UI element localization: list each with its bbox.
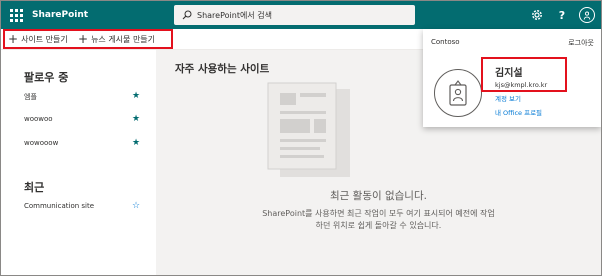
empty-state-title: 최근 활동이 없습니다. [330, 190, 427, 202]
create-site-label: 사이트 만들기 [21, 34, 68, 44]
following-item[interactable]: woowoo [24, 115, 53, 123]
app-launcher-button[interactable] [1, 1, 31, 29]
help-button[interactable]: ? [552, 5, 572, 25]
star-filled-icon[interactable]: ★ [132, 138, 140, 148]
plus-icon: + [8, 32, 19, 46]
app-name[interactable]: SharePoint [32, 10, 88, 20]
plus-icon: + [78, 32, 89, 46]
account-button[interactable] [577, 5, 597, 25]
following-item[interactable]: 엠플 [24, 92, 37, 102]
following-item[interactable]: wowooow [24, 139, 58, 147]
left-nav: 팔로우 중 엠플 ★ woowoo ★ wowooow ★ 최근 Communi… [1, 50, 156, 275]
search-box[interactable]: SharePoint에서 검색 [174, 5, 415, 25]
id-badge-icon [449, 80, 467, 106]
view-account-link[interactable]: 계정 보기 [495, 93, 521, 103]
sign-out-link[interactable]: 로그아웃 [568, 38, 594, 48]
following-heading: 팔로우 중 [24, 71, 69, 84]
organization-name: Contoso [431, 38, 460, 46]
empty-state-description: 하던 위치로 쉽게 돌아갈 수 있습니다. [315, 221, 442, 230]
empty-state-description: SharePoint를 사용하면 최근 작업이 모두 여기 표시되어 예전에 작… [262, 209, 495, 218]
app-frame: SharePoint SharePoint에서 검색 ? + 사이트 만들기 +… [0, 0, 602, 276]
settings-button[interactable] [527, 5, 547, 25]
account-flyout: Contoso 로그아웃 김지설 kjs@kmpl.kro.kr 계정 보기 내… [423, 29, 601, 127]
star-filled-icon[interactable]: ★ [132, 114, 140, 124]
star-outline-icon[interactable]: ☆ [132, 201, 140, 211]
empty-state-illustration [267, 82, 350, 177]
suite-header: SharePoint SharePoint에서 검색 ? [1, 1, 601, 29]
create-news-label: 뉴스 게시물 만들기 [91, 34, 156, 44]
recent-item[interactable]: Communication site [24, 202, 94, 210]
user-name: 김지설 [495, 68, 523, 79]
person-icon [579, 7, 595, 23]
recent-heading: 최근 [24, 181, 45, 194]
create-news-button[interactable]: + 뉴스 게시물 만들기 [78, 33, 155, 45]
frequent-sites-title: 자주 사용하는 사이트 [175, 63, 270, 75]
search-placeholder: SharePoint에서 검색 [197, 10, 272, 20]
user-email: kjs@kmpl.kro.kr [495, 81, 548, 89]
create-site-button[interactable]: + 사이트 만들기 [8, 33, 68, 45]
search-icon [182, 10, 192, 20]
profile-picture[interactable] [434, 69, 482, 117]
waffle-icon [9, 8, 23, 22]
office-profile-link[interactable]: 내 Office 프로필 [495, 107, 542, 117]
star-filled-icon[interactable]: ★ [132, 91, 140, 101]
gear-icon [532, 10, 542, 20]
